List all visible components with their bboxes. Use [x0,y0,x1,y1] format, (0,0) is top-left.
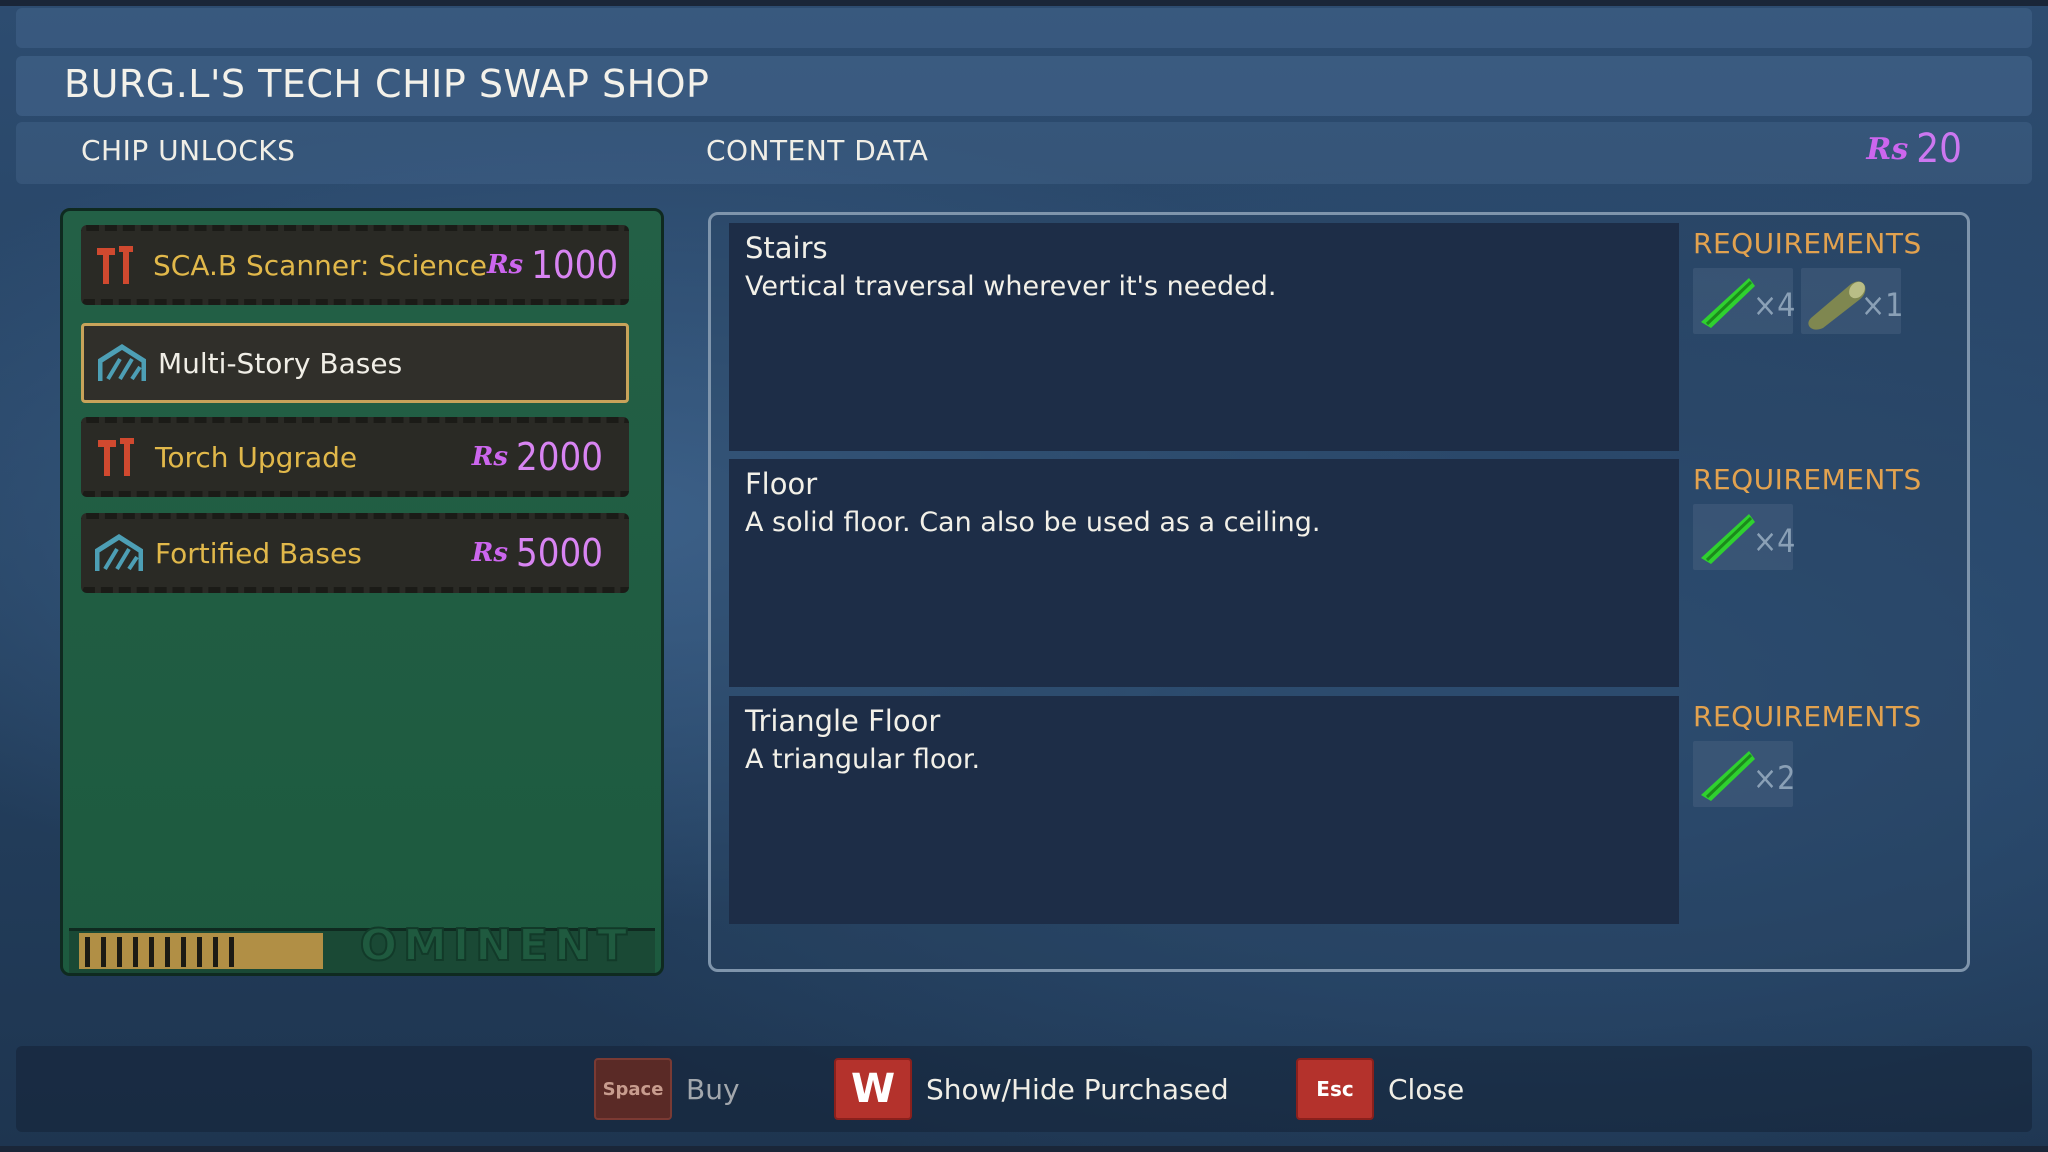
requirement-grass-plank: ×4 [1693,268,1796,334]
close-action[interactable]: Esc Close [1296,1058,1464,1120]
chip-price: Rs 5000 [472,531,603,575]
chip-item-multi-story-bases[interactable]: Multi-Story Bases [81,323,629,403]
currency-balance: Rs 20 [1866,126,1962,172]
title-bar: BURG.L'S TECH CHIP SWAP SHOP [16,56,2032,116]
chip-unlocks-heading: CHIP UNLOCKS [81,134,296,167]
currency-icon: Rs [486,250,524,280]
chip-board: SCA.B Scanner: Science Rs 1000 Multi-Sto… [60,208,664,976]
requirement-grass-plank: ×4 [1693,504,1796,570]
section-header-bar: CHIP UNLOCKS CONTENT DATA Rs 20 [16,122,2032,184]
requirement-count: ×2 [1753,759,1796,797]
chip-contacts [79,933,323,969]
currency-amount: 20 [1916,126,1962,172]
content-entry-triangle-floor: Triangle Floor A triangular floor. [729,696,1679,924]
chip-price: Rs 2000 [472,435,603,479]
grass-plank-icon [1701,278,1755,328]
requirement-count: ×4 [1753,522,1796,560]
chip-price-value: 1000 [531,243,619,287]
chip-label: Torch Upgrade [155,440,358,474]
buy-action[interactable]: Space Buy [594,1058,740,1120]
show-hide-purchased-action[interactable]: W Show/Hide Purchased [834,1058,1229,1120]
shop-title: BURG.L'S TECH CHIP SWAP SHOP [64,62,710,106]
content-entry-description: A solid floor. Can also be used as a cei… [745,507,1321,538]
content-entry-description: Vertical traversal wherever it's needed. [745,271,1277,302]
grass-plank-icon [1701,751,1755,801]
requirements-triangle-floor: REQUIREMENTS ×2 [1693,700,1922,807]
chip-item-scanner-science[interactable]: SCA.B Scanner: Science Rs 1000 [81,225,629,305]
chip-label: SCA.B Scanner: Science [153,248,487,282]
currency-icon: Rs [471,538,509,568]
esc-key-icon: Esc [1296,1058,1374,1120]
weed-stem-icon [1808,281,1866,330]
requirements-title: REQUIREMENTS [1693,700,1922,733]
content-entry-name: Stairs [745,231,828,265]
hammer-wrench-icon [95,433,143,481]
show-hide-purchased-label: Show/Hide Purchased [926,1072,1229,1106]
top-edge [0,0,2048,6]
requirements-floor: REQUIREMENTS ×4 [1693,463,1922,570]
requirement-count: ×1 [1861,286,1904,324]
chip-price: Rs 1000 [487,243,618,287]
chip-label: Fortified Bases [155,536,362,570]
base-building-icon [98,339,146,387]
chip-price-value: 2000 [516,435,603,479]
chip-label: Multi-Story Bases [158,346,403,380]
requirements-title: REQUIREMENTS [1693,463,1922,496]
currency-icon: Rs [471,442,509,472]
requirement-weed-stem: ×1 [1801,268,1904,334]
requirements-stairs: REQUIREMENTS ×4 ×1 [1693,227,1922,334]
chip-item-torch-upgrade[interactable]: Torch Upgrade Rs 2000 [81,417,629,497]
content-entry-floor: Floor A solid floor. Can also be used as… [729,459,1679,687]
w-key-icon: W [834,1058,912,1120]
footer-actions-bar: Space Buy W Show/Hide Purchased Esc Clos… [16,1046,2032,1132]
close-label: Close [1388,1072,1465,1106]
bottom-edge [0,1146,2048,1152]
top-strip [16,8,2032,48]
chip-price-value: 5000 [516,531,603,575]
chip-board-footer: OMINENT [69,919,655,973]
space-key-icon: Space [594,1058,672,1120]
requirements-title: REQUIREMENTS [1693,227,1922,260]
content-entry-stairs: Stairs Vertical traversal wherever it's … [729,223,1679,451]
content-entry-name: Triangle Floor [745,704,941,738]
chip-brand-logo: OMINENT [359,919,633,972]
content-entry-description: A triangular floor. [745,744,981,775]
chip-item-fortified-bases[interactable]: Fortified Bases Rs 5000 [81,513,629,593]
content-data-heading: CONTENT DATA [706,134,929,167]
requirement-grass-plank: ×2 [1693,741,1796,807]
content-data-panel: Stairs Vertical traversal wherever it's … [708,212,1970,972]
requirement-count: ×4 [1753,286,1796,324]
currency-icon: Rs [1866,131,1909,167]
hammer-wrench-icon [95,241,141,289]
base-building-icon [95,529,143,577]
buy-label: Buy [686,1072,740,1106]
content-entry-name: Floor [745,467,818,501]
grass-plank-icon [1701,514,1755,564]
